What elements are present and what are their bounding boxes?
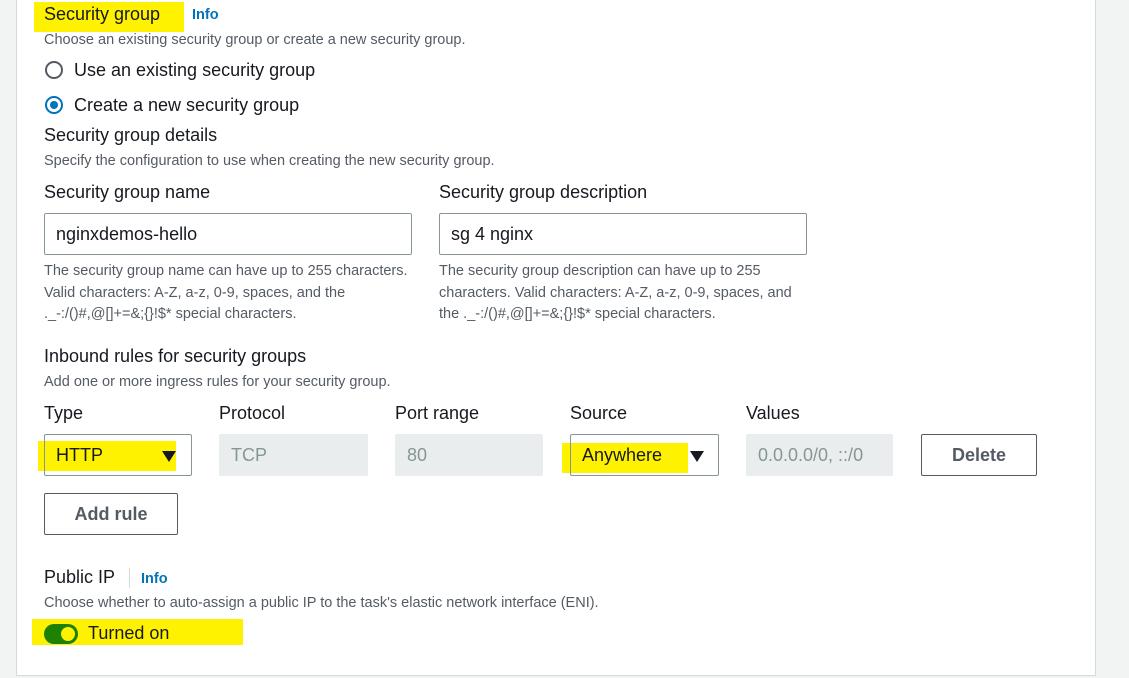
security-group-name-help: The security group name can have up to 2… — [44, 263, 408, 322]
radio-button[interactable] — [45, 61, 63, 79]
source-select-value: Anywhere — [582, 445, 663, 465]
security-group-title: Security group — [44, 4, 161, 24]
column-header-values: Values — [746, 403, 800, 423]
radio-label[interactable]: Create a new security group — [74, 95, 299, 116]
details-title: Security group details — [44, 125, 218, 145]
caret-down-icon — [690, 451, 704, 462]
public-ip-description: Choose whether to auto-assign a public I… — [44, 595, 599, 611]
inbound-rules-description: Add one or more ingress rules for your s… — [44, 374, 391, 390]
type-select-value: HTTP — [56, 445, 103, 465]
delete-rule-button[interactable]: Delete — [921, 434, 1037, 476]
add-rule-button[interactable]: Add rule — [44, 493, 178, 535]
security-group-name-label: Security group name — [44, 182, 211, 202]
radio-label[interactable]: Use an existing security group — [74, 60, 315, 81]
details-description: Specify the configuration to use when cr… — [44, 153, 495, 169]
source-select[interactable]: Anywhere — [570, 434, 719, 476]
column-header-protocol: Protocol — [219, 403, 286, 423]
column-header-source: Source — [570, 403, 628, 423]
security-group-description-label: Security group description — [439, 182, 648, 202]
values-field: 0.0.0.0/0, ::/0 — [746, 434, 893, 476]
security-group-description-input[interactable]: sg 4 nginx — [439, 213, 807, 255]
type-select[interactable]: HTTP — [44, 434, 192, 476]
toggle-label[interactable]: Turned on — [88, 623, 169, 644]
protocol-field: TCP — [219, 434, 368, 476]
radio-button[interactable] — [45, 96, 63, 114]
public-ip-title: Public IP — [44, 567, 116, 587]
caret-down-icon — [162, 451, 176, 462]
security-group-description-help: The security group description can have … — [439, 263, 792, 322]
column-header-type: Type — [44, 403, 84, 423]
inbound-rules-title: Inbound rules for security groups — [44, 346, 307, 366]
port-range-field: 80 — [395, 434, 543, 476]
public-ip-info-link[interactable]: Info — [141, 571, 168, 587]
divider — [129, 568, 130, 588]
security-group-name-input[interactable]: nginxdemos-hello — [44, 213, 412, 255]
column-header-port-range: Port range — [395, 403, 480, 423]
toggle-switch-icon[interactable] — [44, 624, 78, 644]
security-group-info-link[interactable]: Info — [192, 7, 219, 23]
security-group-description: Choose an existing security group or cre… — [44, 32, 466, 48]
